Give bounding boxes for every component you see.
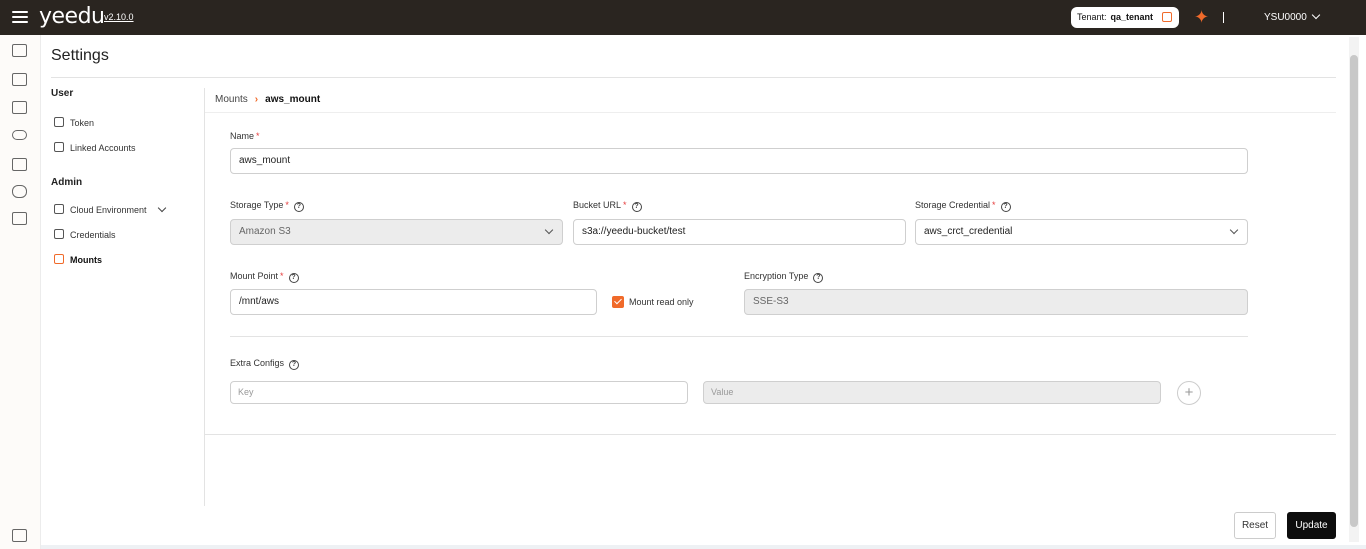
icon-rail <box>0 35 41 549</box>
form-bottom-border <box>205 434 1336 435</box>
chevron-down-icon <box>544 225 554 235</box>
bucket-url-input[interactable]: s3a://yeedu-bucket/test <box>573 219 906 245</box>
workspace-icon[interactable] <box>12 44 27 57</box>
app-logo[interactable]: yeedu <box>39 4 105 29</box>
name-label: Name * <box>230 131 260 141</box>
jobs-icon[interactable] <box>12 158 27 171</box>
nav-item-token[interactable]: Token <box>54 117 94 128</box>
nav-item-credentials[interactable]: Credentials <box>54 229 116 240</box>
top-bar: yeedu v2.10.0 Tenant: qa_tenant ✦ YSU0000 <box>0 0 1366 35</box>
chevron-right-icon: › <box>254 94 259 105</box>
nav-item-label: Credentials <box>70 230 116 240</box>
chevron-down-icon[interactable] <box>157 203 166 213</box>
tenant-switcher[interactable]: Tenant: qa_tenant <box>1071 7 1179 28</box>
bottom-strip <box>41 545 1366 549</box>
breadcrumb: Mounts › aws_mount <box>205 88 1336 113</box>
cloud-icon <box>54 204 64 214</box>
help-icon[interactable]: ? <box>631 202 642 212</box>
add-config-button[interactable]: + <box>1177 381 1201 405</box>
chevron-down-icon <box>1311 10 1321 20</box>
storage-credential-select[interactable]: aws_crct_credential <box>915 219 1248 245</box>
nav-divider <box>204 88 205 506</box>
tenant-name: qa_tenant <box>1110 12 1154 22</box>
nav-item-cloud-environment[interactable]: Cloud Environment <box>54 203 166 215</box>
extra-configs-label: Extra Configs? <box>230 358 300 370</box>
tenant-label: Tenant: <box>1077 12 1107 22</box>
encryption-type-input: SSE-S3 <box>744 289 1248 315</box>
title-divider <box>51 77 1336 78</box>
nav-item-mounts[interactable]: Mounts <box>54 254 102 265</box>
mount-read-only-label[interactable]: Mount read only <box>629 297 694 307</box>
help-icon[interactable]: ? <box>293 202 304 212</box>
mount-point-input[interactable]: /mnt/aws <box>230 289 597 315</box>
section-admin: Admin <box>51 177 83 188</box>
clusters-icon[interactable] <box>12 101 27 114</box>
lock-icon <box>54 229 64 239</box>
database-icon[interactable] <box>12 185 27 198</box>
nav-item-linked-accounts[interactable]: Linked Accounts <box>54 142 136 153</box>
external-link-icon[interactable] <box>1162 12 1172 22</box>
logs-icon[interactable] <box>12 529 27 542</box>
reset-button[interactable]: Reset <box>1234 512 1276 539</box>
config-value-input: Value <box>703 381 1161 404</box>
encryption-type-label: Encryption Type? <box>744 271 824 283</box>
user-menu[interactable]: YSU0000 <box>1264 10 1321 23</box>
nav-item-label: Linked Accounts <box>70 143 136 153</box>
nav-item-label: Mounts <box>70 255 102 265</box>
section-user: User <box>51 88 74 99</box>
hierarchy-icon[interactable] <box>12 73 27 86</box>
mount-read-only-checkbox[interactable] <box>612 296 624 308</box>
storage-type-select: Amazon S3 <box>230 219 563 245</box>
help-icon[interactable]: ? <box>289 360 300 370</box>
name-input[interactable]: aws_mount <box>230 148 1248 174</box>
menu-icon[interactable] <box>12 11 28 23</box>
user-name: YSU0000 <box>1264 12 1307 23</box>
page-title: Settings <box>51 47 109 64</box>
nav-item-label: Cloud Environment <box>70 205 147 215</box>
key-icon[interactable] <box>12 130 27 140</box>
storage-credential-label: Storage Credential *? <box>915 200 1011 212</box>
nav-item-label: Token <box>70 118 95 128</box>
help-icon[interactable]: ? <box>813 273 824 283</box>
ai-assistant-icon[interactable]: ✦ <box>1194 7 1209 27</box>
lock-icon <box>54 117 64 127</box>
notebook-icon[interactable] <box>12 212 27 225</box>
breadcrumb-mounts[interactable]: Mounts <box>215 94 248 105</box>
bucket-url-label: Bucket URL *? <box>573 200 642 212</box>
mount-point-label: Mount Point *? <box>230 271 299 283</box>
form-divider <box>230 336 1248 337</box>
help-icon[interactable]: ? <box>288 273 299 283</box>
scrollbar-thumb[interactable] <box>1350 55 1358 527</box>
app-version[interactable]: v2.10.0 <box>104 12 134 22</box>
header-divider <box>1223 12 1224 23</box>
chevron-down-icon <box>1229 225 1239 235</box>
help-icon[interactable]: ? <box>1000 202 1011 212</box>
storage-type-label: Storage Type *? <box>230 200 304 212</box>
linked-accounts-icon <box>54 142 64 152</box>
mount-icon <box>54 254 64 264</box>
update-button[interactable]: Update <box>1287 512 1336 539</box>
breadcrumb-current: aws_mount <box>265 94 321 105</box>
config-key-input[interactable]: Key <box>230 381 688 404</box>
